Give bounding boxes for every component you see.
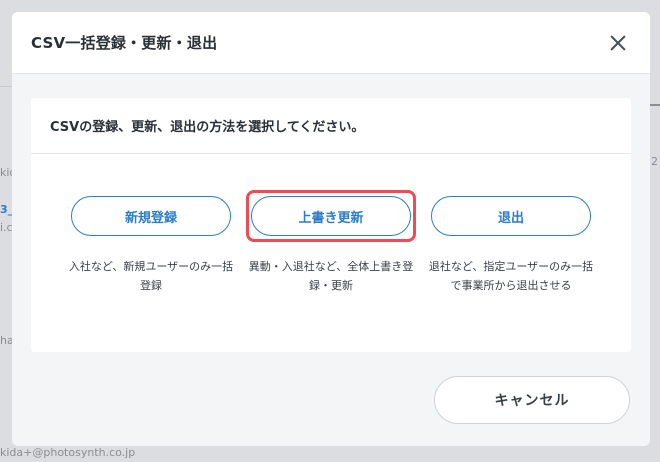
cancel-button[interactable]: キャンセル: [434, 376, 630, 424]
overwrite-update-button[interactable]: 上書き更新: [251, 196, 411, 236]
close-icon[interactable]: [606, 31, 630, 55]
options-row: 新規登録 入社など、新規ユーザーのみ一括登録 上書き更新 異動・入退社など、全体…: [31, 154, 631, 352]
card-header: CSVの登録、更新、退出の方法を選択してください。: [31, 98, 631, 154]
bg-fragment: i.c: [0, 221, 13, 234]
option-description: 退社など、指定ユーザーのみ一括で事業所から退出させる: [428, 260, 594, 292]
csv-import-modal: CSV一括登録・更新・退出 CSVの登録、更新、退出の方法を選択してください。 …: [12, 12, 650, 446]
option-description: 異動・入退社など、全体上書き登録・更新: [248, 260, 414, 292]
card-prompt: CSVの登録、更新、退出の方法を選択してください。: [50, 120, 365, 135]
bg-divider: [0, 86, 12, 87]
bg-email: kida+@photosynth.co.jp: [0, 446, 136, 459]
new-register-button[interactable]: 新規登録: [71, 196, 231, 236]
modal-title: CSV一括登録・更新・退出: [31, 34, 218, 52]
withdraw-button[interactable]: 退出: [431, 196, 591, 236]
bg-divider: [650, 104, 660, 106]
option-description: 入社など、新規ユーザーのみ一括登録: [68, 260, 234, 292]
bg-fragment: 2: [651, 155, 658, 168]
options-card: CSVの登録、更新、退出の方法を選択してください。 新規登録 入社など、新規ユー…: [31, 98, 631, 352]
modal-header: CSV一括登録・更新・退出: [12, 12, 650, 74]
